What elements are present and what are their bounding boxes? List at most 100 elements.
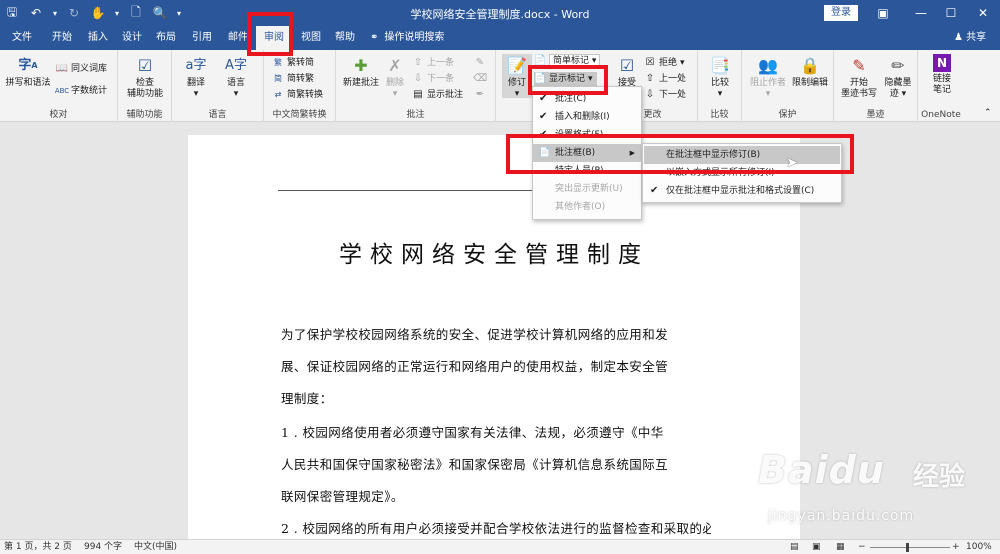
- group-ink: ✎ 开始 墨迹书写 ✏ 隐藏墨 迹 ▾ 墨迹: [834, 50, 918, 122]
- tab-layout[interactable]: 布局: [150, 26, 182, 50]
- compare-button[interactable]: 📑 比较 ▾: [702, 54, 738, 100]
- paragraph-1: 为了保护学校校园网络系统的安全、促进学校计算机网络的应用和发 展、保证校园网络的…: [281, 319, 711, 415]
- prev-change-label: 上一处: [659, 74, 687, 84]
- maximize-icon[interactable]: ☐: [936, 0, 966, 26]
- login-button[interactable]: 登录: [824, 5, 858, 21]
- close-icon[interactable]: ✕: [968, 0, 998, 26]
- next-change-label: 下一处: [659, 90, 687, 100]
- focus-mode-icon[interactable]: ▤: [790, 541, 799, 554]
- translate-label: 翻译: [186, 78, 205, 88]
- collapse-ribbon-icon[interactable]: ⌃: [984, 106, 992, 120]
- start-inking-button[interactable]: ✎ 开始 墨迹书写: [836, 54, 882, 100]
- tab-file[interactable]: 文件: [6, 26, 38, 50]
- check-icon: ✔: [650, 185, 659, 196]
- menu-item-label: 批注(C): [555, 94, 587, 104]
- next-change-button[interactable]: ⇩ 下一处: [644, 88, 686, 102]
- check-label-2: 辅助功能: [126, 89, 163, 99]
- touch-mode-icon[interactable]: ✋: [86, 0, 110, 26]
- linked-notes-button[interactable]: N 链接 笔记: [922, 54, 962, 96]
- print-layout-icon[interactable]: ▣: [812, 541, 821, 554]
- submenu-item-show-revisions-in-balloons[interactable]: 在批注框中显示修订(B): [644, 146, 840, 164]
- tab-help[interactable]: 帮助: [330, 26, 360, 50]
- new-comment-icon: ✚: [354, 55, 368, 75]
- comment-pen-icon[interactable]: ✒: [474, 88, 486, 102]
- tab-insert[interactable]: 插入: [82, 26, 114, 50]
- check-accessibility-button[interactable]: ☑ 检查 辅助功能: [121, 54, 169, 100]
- language-button[interactable]: A字 语言 ▾: [216, 54, 256, 100]
- chinese-convert-button[interactable]: ⇄ 简繁转换: [272, 88, 323, 102]
- person-icon: ♟: [954, 32, 963, 43]
- undo-icon[interactable]: ↶: [24, 0, 48, 26]
- new-comment-button[interactable]: ✚ 新建批注: [340, 54, 382, 89]
- redo-icon[interactable]: ↻: [62, 0, 86, 26]
- word-count-button[interactable]: ABC 字数统计: [55, 84, 107, 98]
- restrict-editing-button[interactable]: 🔒 限制编辑: [788, 54, 832, 89]
- menu-item-specific-people[interactable]: 特定人员(P): [533, 162, 641, 180]
- save-icon[interactable]: 🖫: [0, 0, 24, 26]
- tab-view[interactable]: 视图: [296, 26, 326, 50]
- undo-dropdown-icon[interactable]: ▾: [48, 0, 62, 26]
- track-changes-button[interactable]: 📝 修订 ▾: [502, 54, 532, 99]
- zoom-level[interactable]: 100%: [966, 541, 992, 554]
- previous-comment-button[interactable]: ⇧ 上一条: [412, 56, 454, 70]
- menu-item-other-authors[interactable]: 其他作者(O): [533, 198, 641, 216]
- block-authors-button[interactable]: 👥 阻止作者 ▾: [746, 54, 790, 100]
- print-preview-icon[interactable]: 🔍: [148, 0, 172, 26]
- touch-dropdown-icon[interactable]: ▾: [110, 0, 124, 26]
- zoom-slider[interactable]: [870, 547, 950, 548]
- accept-button[interactable]: ☑ 接受: [610, 54, 644, 89]
- previous-change-button[interactable]: ⇧ 上一处: [644, 72, 686, 86]
- web-layout-icon[interactable]: ▦: [836, 541, 845, 554]
- erase-comment-icon[interactable]: ⌫: [473, 72, 487, 86]
- linked-notes-label-2: 笔记: [932, 85, 951, 95]
- translate-button[interactable]: a字 翻译 ▾: [176, 54, 216, 100]
- quick-access-toolbar: 🖫 ↶ ▾ ↻ ✋ ▾ 🗋 🔍 ▾: [0, 0, 186, 26]
- hide-ink-icon: ✏: [891, 55, 905, 75]
- submenu-item-show-inline[interactable]: 以嵌入方式显示所有修订(I): [644, 164, 840, 182]
- minimize-icon[interactable]: —: [906, 0, 936, 26]
- next-comment-button[interactable]: ⇩ 下一条: [412, 72, 454, 86]
- customize-qat-icon[interactable]: ▾: [172, 0, 186, 26]
- ribbon-display-options-icon[interactable]: ▣: [868, 0, 898, 26]
- tab-design[interactable]: 设计: [116, 26, 148, 50]
- menu-item-insertions-deletions[interactable]: ✔ 插入和删除(I): [533, 108, 641, 126]
- paragraph-line: 1 . 校园网络使用者必须遵守国家有关法律、法规，必须遵守《中华: [281, 425, 664, 440]
- group-label-language: 语言: [208, 110, 227, 120]
- menu-item-highlight-updates[interactable]: 突出显示更新(U): [533, 180, 641, 198]
- check-icon: ✔: [539, 111, 548, 122]
- tab-home[interactable]: 开始: [46, 26, 78, 50]
- zoom-in-icon[interactable]: +: [952, 541, 960, 554]
- tell-me-search[interactable]: ⚭ 操作说明搜索: [370, 26, 444, 50]
- page-count[interactable]: 第 1 页，共 2 页: [4, 541, 72, 554]
- group-label-onenote: OneNote: [921, 110, 961, 120]
- menu-item-formatting[interactable]: ✔ 设置格式(F): [533, 126, 641, 144]
- markup-mode-select[interactable]: 📄 简单标记 ▾: [534, 54, 601, 68]
- thesaurus-icon: 📖: [55, 63, 69, 74]
- tab-references[interactable]: 引用: [186, 26, 218, 50]
- share-button[interactable]: ♟ 共享: [954, 26, 986, 50]
- language-status[interactable]: 中文(中国): [134, 541, 177, 554]
- spelling-grammar-button[interactable]: 字A 拼写和语法: [4, 54, 52, 89]
- submenu-item-comments-formatting-only[interactable]: ✔ 仅在批注框中显示批注和格式设置(C): [644, 182, 840, 200]
- show-markup-button[interactable]: 📄 显示标记 ▾: [534, 72, 597, 86]
- tab-mailings[interactable]: 邮件: [222, 26, 254, 50]
- tab-review[interactable]: 审阅: [256, 26, 292, 50]
- word-count[interactable]: 994 个字: [84, 541, 122, 554]
- menu-item-comments[interactable]: ✔ 批注(C): [533, 90, 641, 108]
- show-markup-dropdown-icon: ▾: [588, 74, 593, 84]
- delete-comment-button[interactable]: ✗ 删除 ▾: [382, 54, 408, 100]
- new-document-icon[interactable]: 🗋: [124, 0, 148, 26]
- reject-button[interactable]: ☒ 拒绝 ▾: [644, 56, 685, 70]
- group-proofing: 字A 拼写和语法 📖 同义词库 ABC 字数统计 校对: [0, 50, 118, 122]
- zoom-slider-thumb[interactable]: [906, 543, 909, 552]
- trad-to-simp-button[interactable]: 繁 繁转简: [272, 56, 314, 70]
- menu-item-balloons[interactable]: 📄 批注框(B) ▶: [533, 144, 641, 162]
- ink-comment-icon[interactable]: ✎: [474, 56, 486, 70]
- thesaurus-button[interactable]: 📖 同义词库: [56, 62, 107, 76]
- paragraph-line: 展、保证校园网络的正常运行和网络用户的使用权益，制定本安全管: [281, 359, 669, 374]
- zoom-out-icon[interactable]: −: [858, 541, 866, 554]
- show-comments-button[interactable]: ▤ 显示批注: [412, 88, 463, 102]
- hide-ink-button[interactable]: ✏ 隐藏墨 迹 ▾: [878, 54, 918, 100]
- simp-to-trad-button[interactable]: 简 简转繁: [272, 72, 314, 86]
- menu-item-label: 设置格式(F): [555, 130, 604, 140]
